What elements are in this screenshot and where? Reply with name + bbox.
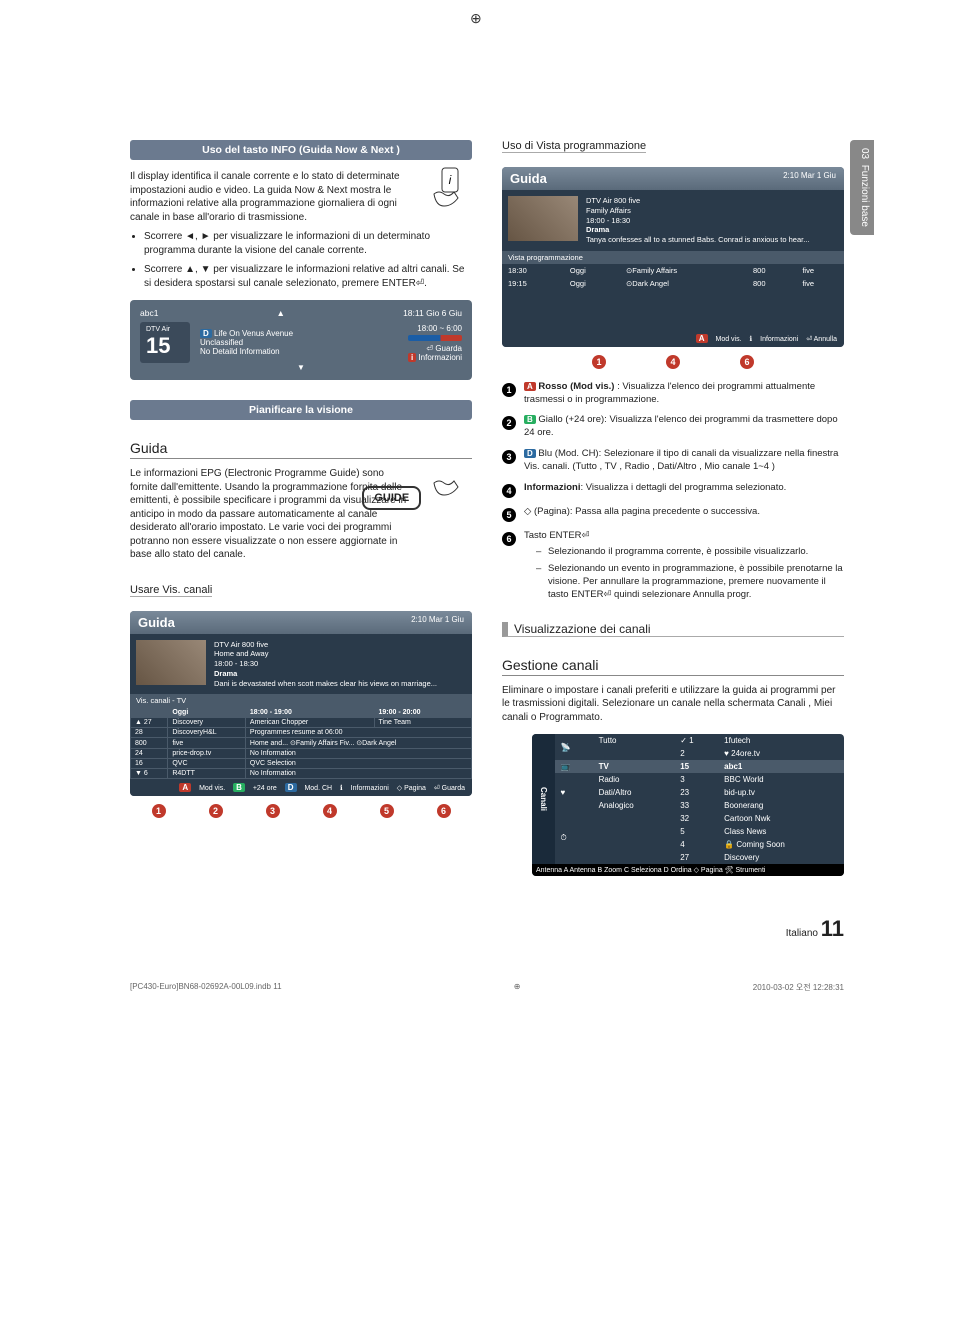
gestione-intro: Eliminare o impostare i canali preferiti… (502, 684, 844, 725)
right-column: Uso di Vista programmazione Guida2:10 Ma… (502, 140, 844, 886)
heading-viscanali: Visualizzazione dei canali (502, 622, 844, 637)
table-row: 28DiscoveryH&LProgrammes resume at 06:00 (131, 728, 472, 738)
bullet-scroll-lr: Scorrere ◄, ► per visualizzare le inform… (144, 230, 472, 257)
table-row: 800fiveHome and... ⊙Family Affairs Fiv..… (131, 738, 472, 749)
table-row: ▼ 6R4DTTNo Information (131, 769, 472, 779)
thumbnail (136, 640, 206, 685)
heading-gestione: Gestione canali (502, 657, 844, 676)
bullet-scroll-ud: Scorrere ▲, ▼ per visualizzare le inform… (144, 263, 472, 290)
table-row: ▲ 27DiscoveryAmerican ChopperTine Team (131, 718, 472, 728)
svg-text:i: i (449, 173, 452, 187)
intro-text-1: Il display identifica il canale corrente… (130, 170, 472, 224)
print-footer: [PC430-Euro]BN68-02692A-00L09.indb 11 ⊕ … (130, 982, 844, 993)
table-row: 18:30Oggi⊙Family Affairs800five (502, 264, 844, 277)
side-tab: 03 Funzioni base (850, 140, 874, 235)
guide-vista-box: Guida2:10 Mar 1 Giu DTV Air 800 five Fam… (502, 167, 844, 347)
banner-info: Uso del tasto INFO (Guida Now & Next ) (130, 140, 472, 160)
page-number: Italiano 11 (130, 916, 844, 942)
hand-guide-icon (424, 467, 472, 501)
heading-guida: Guida (130, 440, 472, 459)
heading-usare: Usare Vis. canali (130, 584, 212, 597)
table-row: 19:15Oggi⊙Dark Angel800five (502, 277, 844, 290)
left-column: Uso del tasto INFO (Guida Now & Next ) I… (130, 140, 472, 886)
thumbnail (508, 196, 578, 241)
table-row: 16QVCQVC Selection (131, 759, 472, 769)
hand-info-icon: i (424, 164, 472, 212)
table-row: 24price-drop.tvNo Information (131, 749, 472, 759)
guide-button-icon: GUIDE (362, 486, 421, 510)
channel-manager-box: Canali 📡 Tutto✓ 11futech 2♥ 24ore.tv 📺TV… (532, 734, 844, 876)
now-next-infobar: abc1▲18:11 Gio 6 Giu DTV Air 15 D Life O… (130, 300, 472, 380)
heading-vista: Uso di Vista programmazione (502, 140, 646, 153)
banner-plan: Pianificare la visione (130, 400, 472, 420)
guide-viscanali-box: Guida2:10 Mar 1 Giu DTV Air 800 five Hom… (130, 611, 472, 797)
